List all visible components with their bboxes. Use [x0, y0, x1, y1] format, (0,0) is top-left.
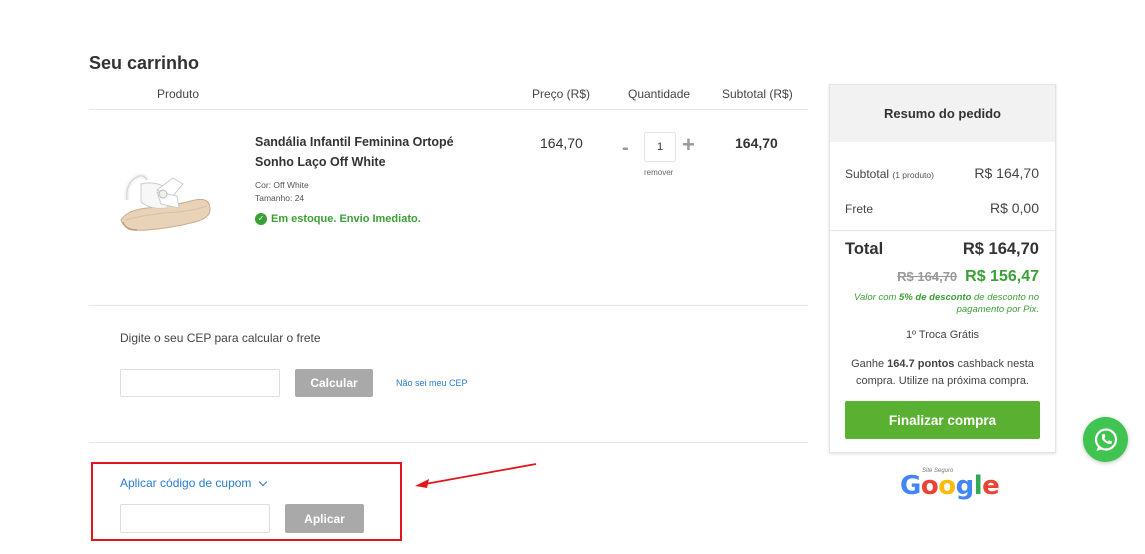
annotation-highlight-box: [91, 462, 402, 541]
summary-subtotal-row: Subtotal (1 produto) R$ 164,70: [845, 165, 1039, 181]
summary-subtotal-label: Subtotal: [845, 167, 890, 181]
page-title: Seu carrinho: [89, 53, 200, 73]
product-size: Tamanho: 24: [255, 193, 305, 203]
summary-old-price: R$ 164,70: [897, 269, 958, 284]
summary-item-count: (1 produto): [892, 170, 934, 180]
shipping-calculator: Digite o seu CEP para calcular o frete C…: [89, 306, 808, 443]
summary-shipping-value: R$ 0,00: [989, 200, 1039, 216]
summary-total-row: Total R$ 164,70: [845, 240, 1039, 259]
product-name[interactable]: Sandália Infantil Feminina Ortopé Sonho …: [255, 132, 455, 172]
cashback-points: 164.7 pontos: [887, 358, 955, 370]
stock-status-text: Em estoque. Envio Imediato.: [271, 213, 421, 225]
summary-subtotal-value: R$ 164,70: [974, 165, 1039, 181]
remove-item-link[interactable]: remover: [644, 168, 673, 177]
stock-status: ✓ Em estoque. Envio Imediato.: [255, 213, 421, 225]
header-preco: Preço (R$): [532, 87, 591, 101]
pix-note-prefix: Valor com: [853, 292, 897, 303]
check-circle-icon: ✓: [255, 213, 267, 225]
cart-table-header: Produto Preço (R$) Quantidade Subtotal (…: [89, 84, 808, 110]
summary-shipping-row: Frete R$ 0,00: [845, 200, 1039, 216]
header-produto: Produto: [157, 87, 200, 101]
summary-pix-price: R$ 156,47: [965, 268, 1039, 285]
cep-input[interactable]: [120, 369, 280, 397]
whatsapp-button[interactable]: [1083, 417, 1128, 462]
cep-label: Digite o seu CEP para calcular o frete: [120, 331, 321, 345]
header-quantidade: Quantidade: [628, 87, 691, 101]
quantity-input[interactable]: [644, 132, 676, 162]
product-image[interactable]: [117, 170, 213, 236]
summary-pix-row: R$ 164,70 R$ 156,47: [845, 268, 1039, 286]
unknown-cep-link[interactable]: Não sei meu CEP: [396, 378, 468, 388]
cashback-prefix: Ganhe: [851, 358, 885, 370]
header-subtotal: Subtotal (R$): [722, 87, 793, 101]
product-color: Cor: Off White: [255, 180, 309, 190]
cashback-text: Ganhe 164.7 pontos cashback nesta compra…: [842, 356, 1043, 390]
annotation-arrow-icon: [415, 463, 537, 488]
summary-divider: [830, 230, 1055, 231]
pix-note-discount: 5% de desconto: [899, 292, 972, 303]
product-price: 164,70: [540, 135, 583, 151]
summary-total-label: Total: [845, 240, 884, 258]
summary-total-value: R$ 164,70: [962, 240, 1039, 258]
whatsapp-icon: [1094, 427, 1117, 451]
checkout-button[interactable]: Finalizar compra: [845, 401, 1040, 439]
calculate-shipping-button[interactable]: Calcular: [295, 369, 373, 397]
summary-shipping-label: Frete: [845, 202, 874, 216]
order-summary: Resumo do pedido Subtotal (1 produto) R$…: [829, 84, 1056, 453]
quantity-decrease-button[interactable]: -: [622, 138, 629, 158]
pix-discount-note: Valor com 5% de desconto de desconto no …: [829, 292, 1039, 316]
product-subtotal: 164,70: [735, 135, 778, 151]
google-safe-site-seal: Google Site Seguro: [900, 468, 1000, 502]
quantity-increase-button[interactable]: +: [682, 134, 695, 156]
free-exchange-text: 1º Troca Grátis: [905, 329, 980, 341]
seal-logo-word: Google: [900, 471, 1000, 501]
order-summary-title: Resumo do pedido: [830, 85, 1055, 142]
cart-item-row: Sandália Infantil Feminina Ortopé Sonho …: [89, 110, 808, 306]
seal-caption: Site Seguro: [922, 468, 954, 474]
